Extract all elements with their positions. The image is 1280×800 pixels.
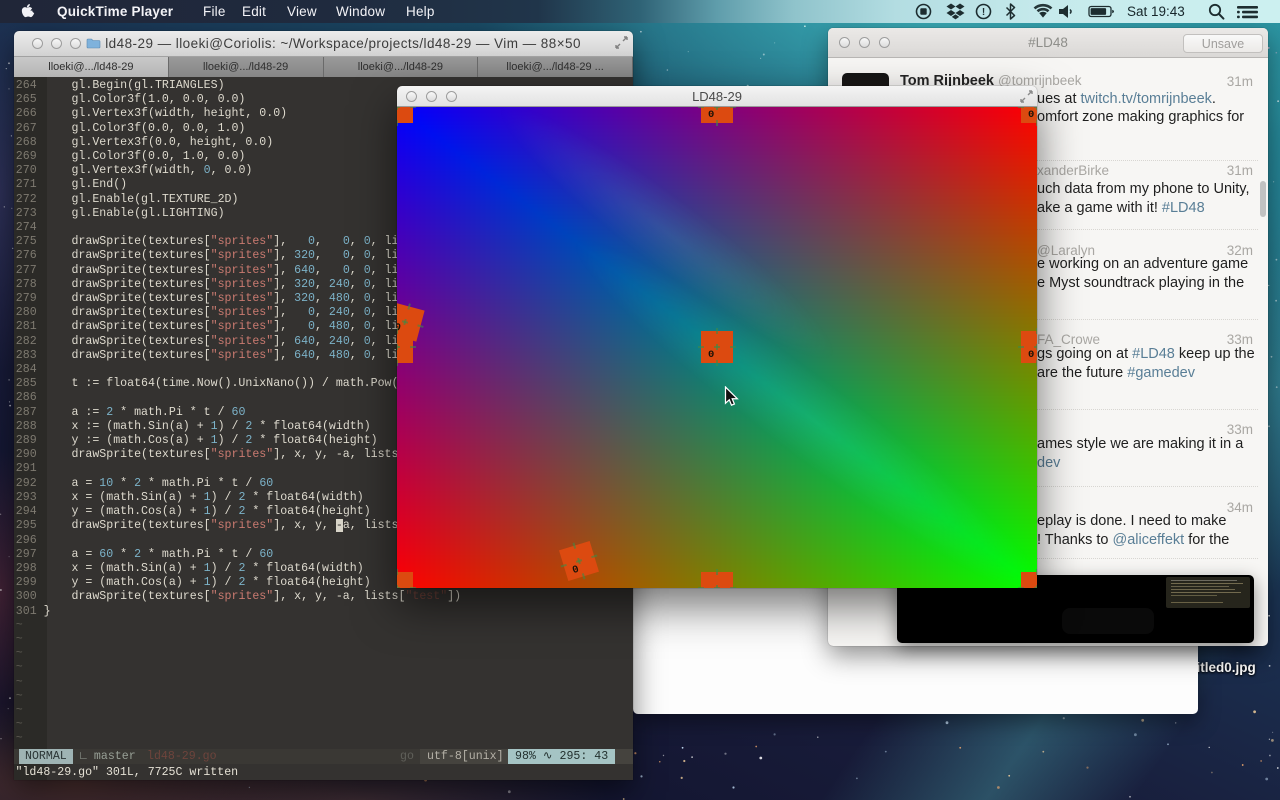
svg-text:!: !: [982, 7, 985, 18]
